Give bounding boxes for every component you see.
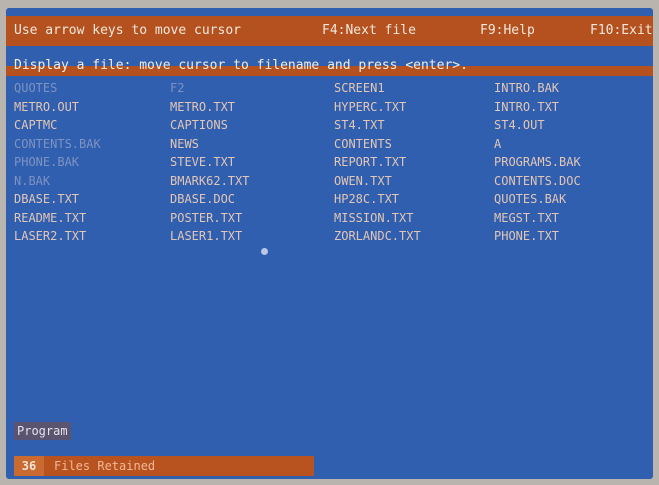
file-entry[interactable]: NEWS [170,136,199,152]
file-entry[interactable]: CONTENTS.DOC [494,173,581,189]
file-entry[interactable]: N.BAK [14,173,50,189]
file-entry[interactable]: ST4.OUT [494,117,545,133]
files-count: 36 [14,456,44,476]
file-entry[interactable]: HP28C.TXT [334,191,399,207]
file-entry[interactable]: CAPTMC [14,117,57,133]
file-entry[interactable]: OWEN.TXT [334,173,392,189]
f10-exit-key[interactable]: F10:Exit [590,16,653,46]
file-entry[interactable]: CONTENTS.BAK [14,136,101,152]
file-entry[interactable]: QUOTES.BAK [494,191,566,207]
status-bar: 36 Files Retained [14,456,314,476]
selection-cursor [261,248,268,255]
file-entry[interactable]: METRO.OUT [14,99,79,115]
file-entry[interactable]: QUOTES [14,80,57,96]
dos-screen: Use arrow keys to move cursor F4:Next fi… [6,8,653,479]
file-entry[interactable]: MEGST.TXT [494,210,559,226]
f4-next-file-key[interactable]: F4:Next file [322,16,416,46]
instruction-text: Display a file: move cursor to filename … [14,58,468,73]
file-entry[interactable]: REPORT.TXT [334,154,406,170]
file-entry[interactable]: METRO.TXT [170,99,235,115]
instruction-bar: Display a file: move cursor to filename … [6,54,653,76]
file-entry[interactable]: MISSION.TXT [334,210,413,226]
file-entry[interactable]: PHONE.BAK [14,154,79,170]
file-entry[interactable]: INTRO.BAK [494,80,559,96]
program-tag: Program [14,422,71,440]
file-entry[interactable]: POSTER.TXT [170,210,242,226]
navigation-hint: Use arrow keys to move cursor [14,23,241,38]
file-entry[interactable]: PROGRAMS.BAK [494,154,581,170]
file-entry[interactable]: F2 [170,80,184,96]
file-entry[interactable]: LASER2.TXT [14,228,86,244]
file-entry[interactable]: DBASE.DOC [170,191,235,207]
file-entry[interactable]: README.TXT [14,210,86,226]
key-hint-bar: Use arrow keys to move cursor F4:Next fi… [6,16,653,46]
files-status-label: Files Retained [54,459,156,473]
file-entry[interactable]: SCREEN1 [334,80,385,96]
file-entry[interactable]: CONTENTS [334,136,392,152]
file-entry[interactable]: DBASE.TXT [14,191,79,207]
file-entry[interactable]: BMARK62.TXT [170,173,249,189]
file-entry[interactable]: ZORLANDC.TXT [334,228,421,244]
file-entry[interactable]: LASER1.TXT [170,228,242,244]
file-entry[interactable]: ST4.TXT [334,117,385,133]
file-entry[interactable]: CAPTIONS [170,117,228,133]
file-entry[interactable]: A [494,136,501,152]
f9-help-key[interactable]: F9:Help [480,16,535,46]
file-entry[interactable]: HYPERC.TXT [334,99,406,115]
file-entry[interactable]: INTRO.TXT [494,99,559,115]
file-entry[interactable]: PHONE.TXT [494,228,559,244]
file-entry[interactable]: STEVE.TXT [170,154,235,170]
